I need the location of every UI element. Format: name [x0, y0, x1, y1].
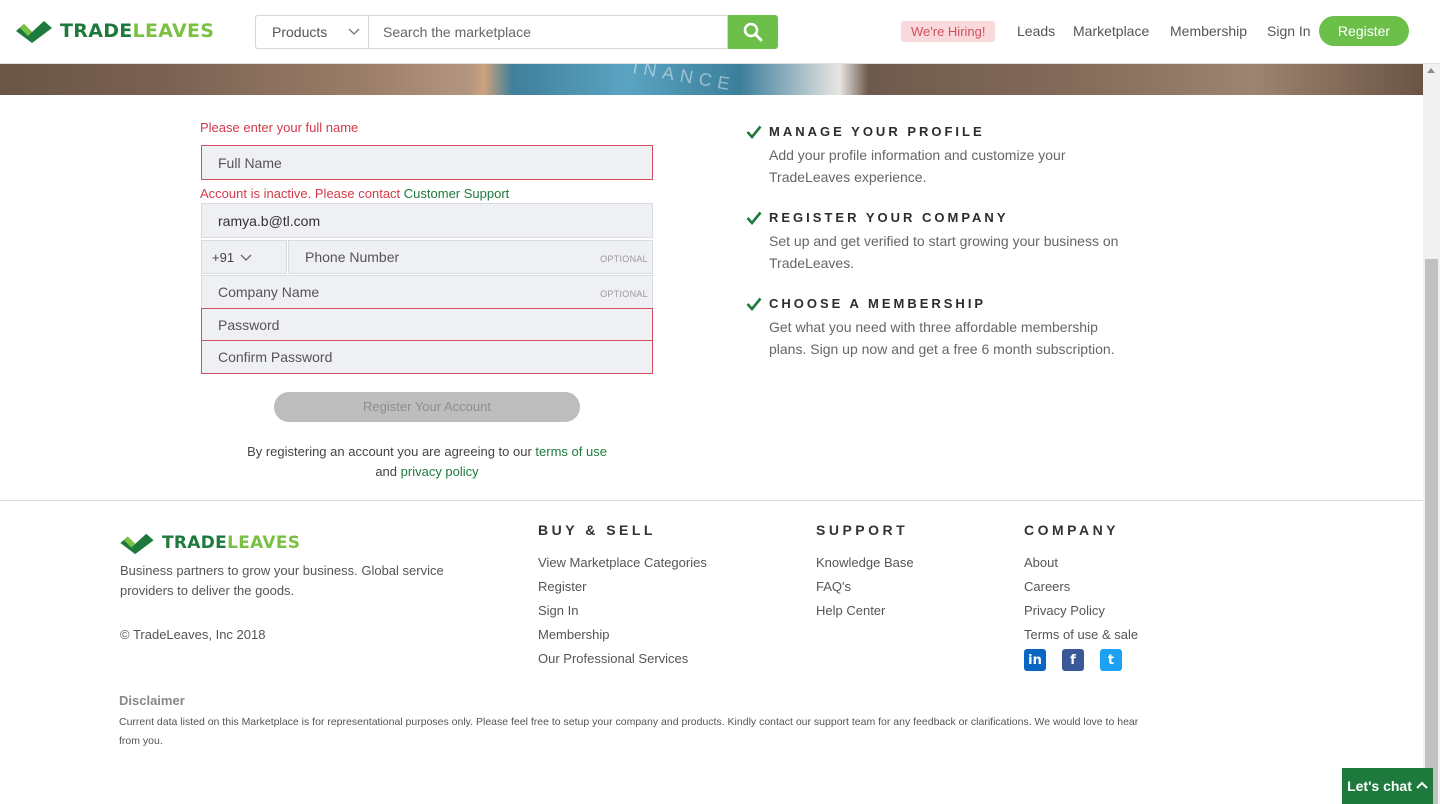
footer-column-buy-sell: BUY & SELL View Marketplace Categories R… — [538, 522, 707, 671]
phone-placeholder: Phone Number — [305, 249, 400, 265]
category-select[interactable]: Products — [255, 15, 368, 49]
checkmark-icon — [746, 297, 762, 311]
footer-link[interactable]: Careers — [1024, 575, 1138, 599]
footer-column-heading: COMPANY — [1024, 522, 1120, 538]
chat-label: Let's chat — [1347, 778, 1412, 794]
linkedin-icon[interactable]: in — [1024, 649, 1046, 671]
optional-label: OPTIONAL — [600, 289, 648, 299]
customer-support-link[interactable]: Customer Support — [404, 186, 510, 201]
social-links: in f t — [1024, 649, 1122, 671]
full-name-error: Please enter your full name — [200, 120, 359, 135]
terms-and: and — [375, 464, 401, 479]
footer-link[interactable]: About — [1024, 551, 1138, 575]
terms-notice: By registering an account you are agreei… — [240, 442, 614, 482]
privacy-policy-link[interactable]: privacy policy — [401, 464, 479, 479]
footer-link[interactable]: Privacy Policy — [1024, 599, 1138, 623]
full-name-placeholder: Full Name — [218, 154, 282, 171]
footer-column-heading: BUY & SELL — [538, 522, 656, 538]
chat-button[interactable]: Let's chat — [1342, 768, 1433, 804]
nav-leads[interactable]: Leads — [1017, 23, 1055, 39]
footer-copyright: © TradeLeaves, Inc 2018 — [120, 627, 266, 642]
register-account-button[interactable]: Register Your Account — [274, 392, 580, 422]
country-code-select[interactable]: +91 — [201, 240, 287, 274]
password-placeholder: Password — [218, 316, 280, 333]
hero-banner: INANCE — [0, 64, 1423, 95]
footer-link[interactable]: Our Professional Services — [538, 647, 707, 671]
search-icon — [743, 22, 763, 42]
disclaimer-heading: Disclaimer — [119, 693, 185, 708]
chevron-down-icon — [348, 28, 360, 35]
benefit-description: Get what you need with three affordable … — [769, 319, 1115, 357]
nav-membership[interactable]: Membership — [1170, 23, 1247, 39]
email-error-text: Account is inactive. Please contact — [200, 186, 404, 201]
search-input[interactable] — [368, 15, 728, 49]
facebook-icon[interactable]: f — [1062, 649, 1084, 671]
hero-banner-text: INANCE — [631, 64, 738, 95]
footer-link[interactable]: View Marketplace Categories — [538, 551, 707, 575]
country-code-value: +91 — [212, 249, 235, 265]
footer-link[interactable]: Help Center — [816, 599, 914, 623]
footer-link[interactable]: Sign In — [538, 599, 707, 623]
checkmark-icon — [746, 125, 762, 139]
email-field[interactable]: ramya.b@tl.com — [201, 203, 653, 238]
footer-link[interactable]: Membership — [538, 623, 707, 647]
checkmark-icon — [746, 211, 762, 225]
scrollbar-thumb[interactable] — [1425, 259, 1438, 804]
footer-column-support: SUPPORT Knowledge Base FAQ's Help Center — [816, 522, 914, 623]
phone-field[interactable]: Phone Number OPTIONAL — [288, 240, 653, 274]
benefit-description: Set up and get verified to start growing… — [769, 233, 1119, 271]
search-button[interactable] — [728, 15, 778, 49]
footer-column-heading: SUPPORT — [816, 522, 909, 538]
chevron-up-icon — [1416, 781, 1428, 789]
logo-leaf-icon — [120, 533, 154, 555]
benefit-choose-membership: CHOOSE A MEMBERSHIP Get what you need wi… — [746, 296, 1126, 360]
tradeleaves-logo[interactable]: TRADELEAVES — [16, 18, 214, 44]
email-error: Account is inactive. Please contact Cust… — [200, 186, 509, 201]
chevron-down-icon — [240, 254, 252, 261]
confirm-password-field[interactable]: Confirm Password — [201, 340, 653, 374]
full-name-field[interactable]: Full Name — [201, 145, 653, 180]
footer-link[interactable]: Terms of use & sale — [1024, 623, 1138, 647]
benefit-register-company: REGISTER YOUR COMPANY Set up and get ver… — [746, 210, 1126, 274]
company-name-placeholder: Company Name — [218, 284, 320, 300]
footer-tagline: Business partners to grow your business.… — [120, 563, 444, 598]
footer-logo[interactable]: TRADELEAVES — [120, 531, 300, 555]
nav-sign-in[interactable]: Sign In — [1267, 23, 1311, 39]
benefit-title: MANAGE YOUR PROFILE — [769, 124, 985, 139]
hiring-badge[interactable]: We're Hiring! — [901, 21, 996, 42]
footer-link[interactable]: Register — [538, 575, 707, 599]
footer-link[interactable]: FAQ's — [816, 575, 914, 599]
benefit-title: CHOOSE A MEMBERSHIP — [769, 296, 987, 311]
category-select-value: Products — [272, 24, 328, 40]
top-header: TRADELEAVES Products We're Hiring! Leads… — [0, 0, 1440, 64]
nav-marketplace[interactable]: Marketplace — [1073, 23, 1149, 39]
benefit-title: REGISTER YOUR COMPANY — [769, 210, 1009, 225]
logo-text: TRADELEAVES — [60, 20, 215, 42]
register-button[interactable]: Register — [1319, 16, 1409, 46]
password-field[interactable]: Password — [201, 308, 653, 341]
twitter-icon[interactable]: t — [1100, 649, 1122, 671]
search-bar: Products — [255, 15, 778, 49]
scroll-up-arrow-icon[interactable] — [1427, 68, 1435, 73]
email-value: ramya.b@tl.com — [218, 212, 321, 229]
terms-of-use-link[interactable]: terms of use — [535, 444, 607, 459]
footer-column-company: COMPANY About Careers Privacy Policy Ter… — [1024, 522, 1138, 647]
confirm-password-placeholder: Confirm Password — [218, 349, 333, 365]
page-footer: TRADELEAVES Business partners to grow yo… — [0, 500, 1423, 804]
disclaimer-text: Current data listed on this Marketplace … — [119, 716, 1139, 747]
footer-link[interactable]: Knowledge Base — [816, 551, 914, 575]
page-scrollbar[interactable] — [1423, 64, 1440, 804]
terms-prefix: By registering an account you are agreei… — [247, 444, 536, 459]
logo-text: TRADELEAVES — [162, 533, 301, 553]
company-name-field[interactable]: Company Name OPTIONAL — [201, 275, 653, 309]
benefit-manage-profile: MANAGE YOUR PROFILE Add your profile inf… — [746, 124, 1126, 188]
optional-label: OPTIONAL — [600, 254, 648, 264]
logo-leaf-icon — [16, 21, 52, 43]
benefit-description: Add your profile information and customi… — [769, 147, 1066, 185]
